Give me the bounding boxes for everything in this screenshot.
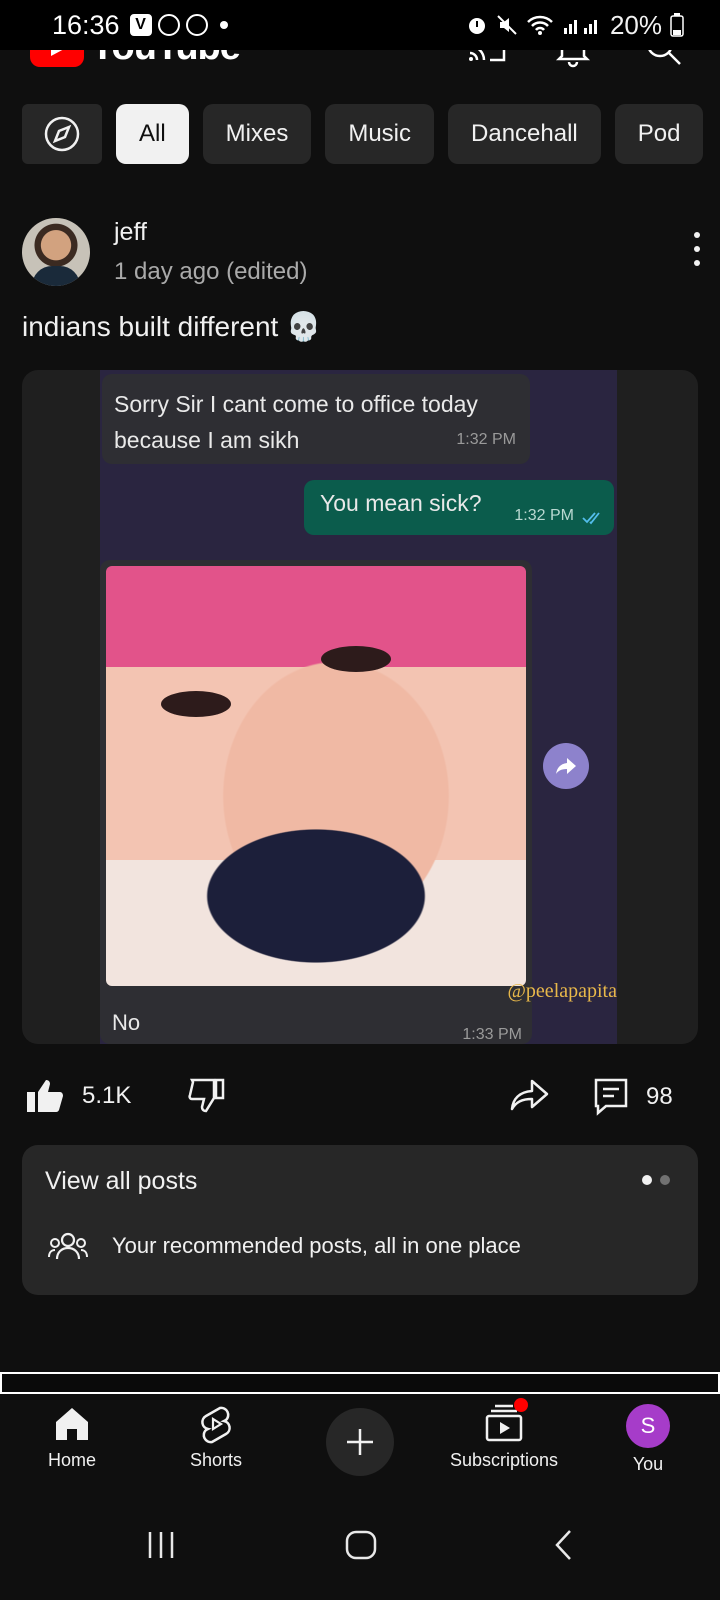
view-all-posts-card[interactable]: View all posts Your recommended posts, a… <box>22 1145 698 1295</box>
status-notification-icons: V <box>129 14 228 36</box>
recent-apps-icon[interactable] <box>144 1528 178 1562</box>
forward-icon <box>543 743 589 789</box>
nav-you[interactable]: S You <box>578 1404 718 1475</box>
system-navigation-bar <box>0 1498 720 1600</box>
shorts-icon <box>201 1406 231 1444</box>
create-button[interactable] <box>326 1408 394 1476</box>
author-avatar[interactable] <box>22 218 90 286</box>
status-bar: 16:36 V 20% <box>0 0 720 50</box>
home-button-icon[interactable] <box>344 1528 378 1562</box>
status-system-icons: 20% <box>466 10 684 41</box>
nav-home-label: Home <box>47 1450 96 1470</box>
comment-icon <box>594 1078 628 1116</box>
view-all-posts-description: Your recommended posts, all in one place <box>112 1233 521 1258</box>
people-icon <box>48 1232 88 1260</box>
chat-screenshot: Sorry Sir I cant come to office today be… <box>100 370 617 1044</box>
share-icon <box>510 1079 549 1111</box>
dislike-button[interactable] <box>188 1078 226 1114</box>
chip-music[interactable]: Music <box>325 104 435 164</box>
vpn-app-icon: V <box>129 14 152 36</box>
like-button[interactable]: 5.1K <box>26 1078 131 1114</box>
photo-message-bubble: No 1:33 PM <box>100 560 532 1044</box>
new-content-dot <box>514 1398 528 1412</box>
compass-icon <box>44 116 80 152</box>
comment-count: 98 <box>646 1083 673 1110</box>
alarm-icon <box>468 18 485 34</box>
nav-subscriptions[interactable]: Subscriptions <box>434 1398 574 1471</box>
outgoing-message-time: 1:32 PM <box>514 507 574 524</box>
signal-icon <box>563 20 597 34</box>
selfie-photo <box>106 566 526 986</box>
post-time: 1 day ago (edited) <box>114 258 308 285</box>
carousel-dots <box>642 1175 670 1185</box>
account-avatar: S <box>626 1404 670 1448</box>
read-receipt-ticks-icon <box>582 512 600 525</box>
post-more-options-icon[interactable] <box>692 232 702 266</box>
post-image[interactable]: Sorry Sir I cant come to office today be… <box>22 370 698 1044</box>
nav-home[interactable]: Home <box>2 1404 142 1471</box>
share-button[interactable] <box>510 1078 550 1112</box>
plus-icon <box>347 1429 373 1455</box>
whatsapp-icon <box>185 14 208 36</box>
filter-chips: All Mixes Music Dancehall Pod <box>22 104 704 164</box>
explore-chip[interactable] <box>22 104 102 164</box>
thumbs-down-icon <box>188 1078 225 1113</box>
post-text: indians built different 💀 <box>22 311 321 342</box>
nav-shorts[interactable]: Shorts <box>146 1404 286 1471</box>
photo-caption: No <box>112 1010 141 1035</box>
image-watermark: @peelapapita <box>507 980 617 1002</box>
status-time: 16:36 <box>52 9 120 40</box>
battery-percent: 20% <box>609 9 662 40</box>
outgoing-message-text: You mean sick? <box>320 490 482 516</box>
nav-subscriptions-label: Subscriptions <box>449 1450 559 1470</box>
battery-icon <box>670 13 684 37</box>
nav-shorts-label: Shorts <box>189 1450 243 1470</box>
post-actions: 5.1K 98 <box>22 1078 698 1122</box>
view-all-posts-title: View all posts <box>45 1167 198 1195</box>
like-count: 5.1K <box>82 1082 132 1109</box>
thumbs-up-icon <box>27 1080 63 1112</box>
mute-icon <box>497 15 517 35</box>
home-icon <box>56 1408 88 1440</box>
wifi-icon <box>527 15 553 35</box>
photo-time: 1:33 PM <box>462 1026 522 1043</box>
chip-mixes[interactable]: Mixes <box>202 104 312 164</box>
incoming-message-time: 1:32 PM <box>456 431 516 448</box>
chip-all[interactable]: All <box>116 104 189 164</box>
chip-podcasts[interactable]: Pod <box>614 104 704 164</box>
incoming-message-bubble: Sorry Sir I cant come to office today be… <box>102 374 530 464</box>
bottom-navigation: Home Shorts Subscriptions S You <box>0 1394 720 1498</box>
comments-button[interactable]: 98 <box>594 1078 673 1116</box>
next-video-thumbnail[interactable] <box>0 1372 720 1394</box>
outgoing-message-bubble: You mean sick? 1:32 PM <box>304 480 614 535</box>
back-icon[interactable] <box>548 1528 582 1562</box>
more-notifications-dot-icon <box>219 21 228 29</box>
facebook-icon <box>157 14 180 36</box>
post-header: jeff 1 day ago (edited) <box>22 218 702 292</box>
nav-you-label: You <box>632 1454 664 1474</box>
incoming-message-text: Sorry Sir I cant come to office today be… <box>114 391 478 453</box>
chip-dancehall[interactable]: Dancehall <box>448 104 601 164</box>
post-author[interactable]: jeff <box>114 218 147 247</box>
